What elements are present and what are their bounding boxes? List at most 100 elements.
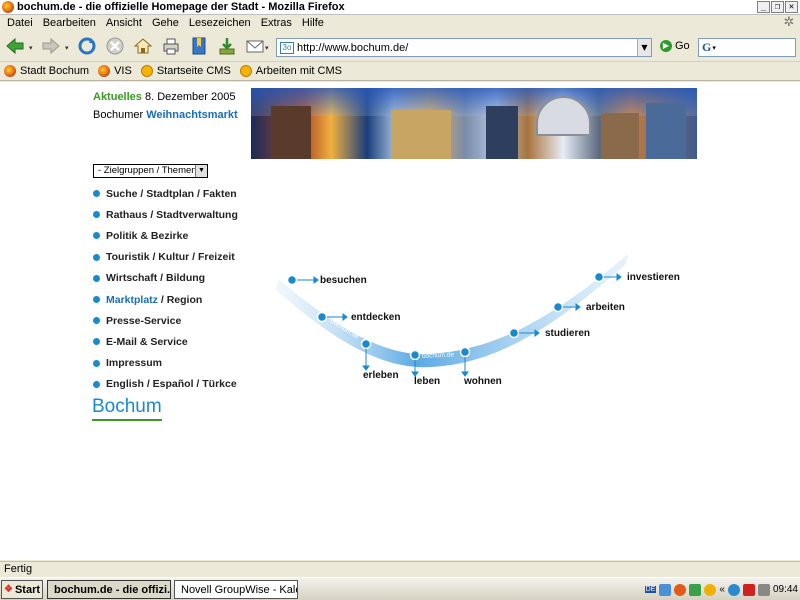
entdecken-node-icon[interactable] <box>316 311 328 323</box>
label-erleben[interactable]: erleben <box>363 370 399 381</box>
search-engine-dropdown-icon[interactable]: ▾ <box>712 44 716 52</box>
besuchen-node-icon[interactable] <box>286 274 298 286</box>
bookmark-vis[interactable]: VIS <box>98 65 132 77</box>
arbeiten-arrowhead-icon <box>575 303 581 311</box>
start-button[interactable]: ❖ Start <box>1 580 43 599</box>
nav-label: E-Mail & Service <box>106 335 188 348</box>
news-link[interactable]: Weihnachtsmarkt <box>146 109 238 121</box>
label-studieren[interactable]: studieren <box>545 328 590 339</box>
print-button[interactable] <box>160 35 182 57</box>
window-controls: _ ❐ ✕ <box>757 1 798 13</box>
printer-icon <box>163 38 179 55</box>
menu-hilfe[interactable]: Hilfe <box>297 17 329 29</box>
menu-bar: Datei Bearbeiten Ansicht Gehe Lesezeiche… <box>0 15 800 31</box>
bookmark-arbeiten-mit-cms[interactable]: Arbeiten mit CMS <box>239 65 342 77</box>
select-dropdown-icon[interactable]: ▼ <box>195 165 207 177</box>
reload-icon <box>78 37 96 55</box>
network-icon[interactable] <box>659 583 672 596</box>
url-history-dropdown-icon[interactable]: ▼ <box>637 39 651 56</box>
status-bar: Fertig <box>0 561 800 577</box>
label-besuchen[interactable]: besuchen <box>320 275 367 286</box>
taskbar-item-groupwise[interactable]: Novell GroupWise - Kalen... <box>174 580 298 599</box>
forward-button[interactable] <box>40 35 62 57</box>
nav-label: Suche / Stadtplan / Fakten <box>106 187 237 200</box>
menu-extras[interactable]: Extras <box>256 17 297 29</box>
forward-arrow-icon <box>42 37 60 55</box>
nav-email-service[interactable]: E-Mail & Service <box>93 331 238 352</box>
label-entdecken[interactable]: entdecken <box>351 312 400 323</box>
label-arbeiten[interactable]: arbeiten <box>586 302 625 313</box>
nav-label: Presse-Service <box>106 314 182 327</box>
stop-button[interactable] <box>104 35 126 57</box>
nav-languages[interactable]: English / Español / Türkce <box>93 374 238 395</box>
back-arrow-icon <box>6 37 24 55</box>
bullet-icon <box>93 380 100 388</box>
erleben-node-icon[interactable] <box>360 338 372 350</box>
investieren-node-icon[interactable] <box>593 271 605 283</box>
nav-presse[interactable]: Presse-Service <box>93 310 238 331</box>
bullet-icon <box>93 232 100 240</box>
firefox-icon <box>2 1 14 13</box>
forward-dropdown-icon[interactable]: ▾ <box>65 44 71 52</box>
url-bar[interactable]: 3o http://www.bochum.de/ ▼ <box>276 38 652 57</box>
label-wohnen[interactable]: wohnen <box>463 376 502 387</box>
clock[interactable]: 09:44 <box>773 584 798 595</box>
menu-datei[interactable]: Datei <box>2 17 38 29</box>
nav-label-region: / Region <box>160 293 203 306</box>
swoosh-band <box>276 254 628 368</box>
wohnen-node-icon[interactable] <box>459 346 471 358</box>
menu-gehe[interactable]: Gehe <box>147 17 184 29</box>
url-input[interactable]: http://www.bochum.de/ <box>297 42 637 54</box>
back-button[interactable] <box>4 35 26 57</box>
target-group-select[interactable]: - Zielgruppen / Themen ▼ <box>93 164 208 178</box>
nav-label: Touristik / Kultur / Freizeit <box>106 251 235 264</box>
search-box[interactable]: G ▾ <box>698 38 796 57</box>
nav-rathaus[interactable]: Rathaus / Stadtverwaltung <box>93 204 238 225</box>
menu-bearbeiten[interactable]: Bearbeiten <box>38 17 101 29</box>
downloads-button[interactable] <box>216 35 238 57</box>
update-icon[interactable] <box>674 583 687 596</box>
cms-icon <box>239 65 252 77</box>
taskbar-item-firefox[interactable]: bochum.de - die offizi... <box>47 580 171 599</box>
home-button[interactable] <box>132 35 154 57</box>
volume-icon[interactable] <box>757 583 770 596</box>
label-leben[interactable]: leben <box>414 376 440 387</box>
mail-button[interactable] <box>244 35 266 57</box>
leben-node-icon[interactable] <box>409 349 421 361</box>
close-button[interactable]: ✕ <box>785 1 798 13</box>
nav-marktplatz[interactable]: Marktplatz / Region <box>93 289 238 310</box>
nav-wirtschaft[interactable]: Wirtschaft / Bildung <box>93 268 238 289</box>
main-navigation: Suche / Stadtplan / Fakten Rathaus / Sta… <box>93 183 238 395</box>
security-icon[interactable] <box>704 583 717 596</box>
reload-button[interactable] <box>76 35 98 57</box>
restore-button[interactable]: ❐ <box>771 1 784 13</box>
minimize-button[interactable]: _ <box>757 1 770 13</box>
nav-suche[interactable]: Suche / Stadtplan / Fakten <box>93 183 238 204</box>
menu-ansicht[interactable]: Ansicht <box>101 17 147 29</box>
nav-politik[interactable]: Politik & Bezirke <box>93 225 238 246</box>
mail-dropdown-icon[interactable]: ▾ <box>265 44 271 52</box>
news-label[interactable]: Aktuelles <box>93 91 142 103</box>
tray-expand-icon[interactable]: « <box>719 584 725 595</box>
antivirus-icon[interactable] <box>689 583 702 596</box>
globe-icon[interactable] <box>727 583 740 596</box>
bookmark-stadt-bochum[interactable]: Stadt Bochum <box>4 65 89 77</box>
google-search-icon[interactable]: G <box>702 40 711 55</box>
back-dropdown-icon[interactable]: ▾ <box>29 44 35 52</box>
menu-lesezeichen[interactable]: Lesezeichen <box>184 17 256 29</box>
ati-icon[interactable] <box>742 583 755 596</box>
bookmark-startseite-cms[interactable]: Startseite CMS <box>140 65 231 77</box>
start-label: Start <box>14 583 41 596</box>
go-button[interactable]: ▶ Go <box>660 40 690 52</box>
studieren-node-icon[interactable] <box>508 327 520 339</box>
banner-sky <box>251 88 697 116</box>
firefox-icon <box>98 65 111 77</box>
label-investieren[interactable]: investieren <box>627 272 680 283</box>
task-label: Novell GroupWise - Kalen... <box>181 583 297 596</box>
language-indicator[interactable]: DE <box>644 586 657 593</box>
nav-impressum[interactable]: Impressum <box>93 353 238 374</box>
bochum-logo[interactable]: Bochum <box>92 396 162 421</box>
bookmarks-button[interactable] <box>188 35 210 57</box>
nav-touristik[interactable]: Touristik / Kultur / Freizeit <box>93 247 238 268</box>
go-label: Go <box>675 40 690 52</box>
